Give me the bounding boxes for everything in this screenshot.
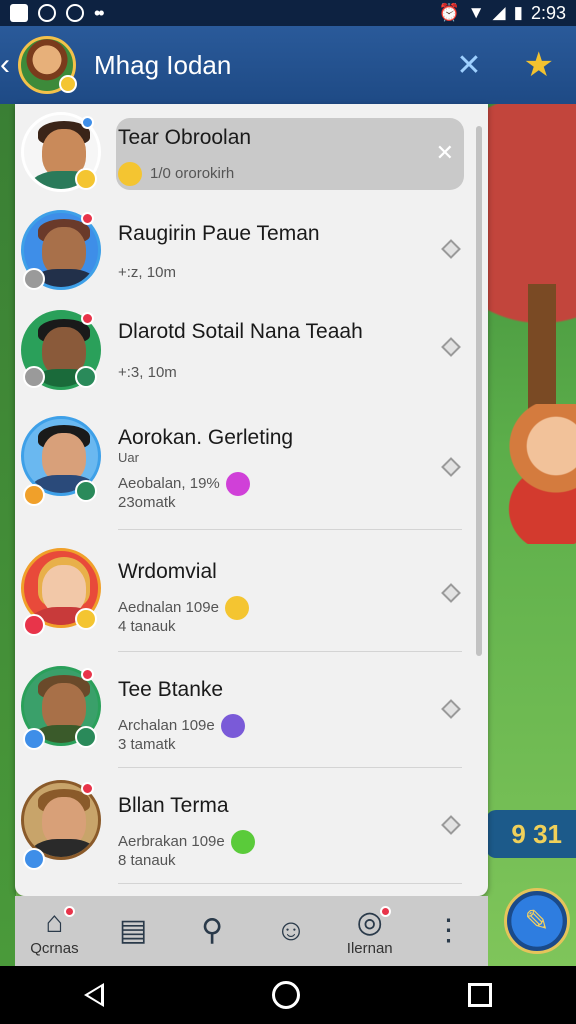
paint-brush-button[interactable]: ✎ [504,888,570,954]
chat-name: Wrdomvial [118,560,217,583]
chat-name: Tee Btanke [118,678,224,701]
lock-badge-icon [23,614,45,636]
coin-badge-icon [23,484,45,506]
divider [118,883,462,884]
back-icon[interactable]: ‹ [0,45,16,85]
emoji-icon [118,162,142,186]
chat-row-1[interactable]: Raugirin Paue Teman +:z, 10m [15,204,488,302]
diamond-icon[interactable] [441,337,461,357]
chat-preview: Aerbrakan 109e [118,830,255,854]
emoji-icon: ☺ [275,914,307,947]
group-badge-icon [23,366,45,388]
battery-icon: ▮ [513,3,523,22]
chat-time: 3 tamatk [118,736,176,753]
notification-dot [81,782,94,795]
bottom-nav: ⌂ Qcrnas ▤ ⚲ ☺ ◎ Ilernan ⋮ [15,896,488,966]
page-title: Mhag Iodan [94,49,232,80]
notification-dot [81,212,94,225]
emoji-badge-icon [75,168,97,190]
status-time: 2:93 [530,2,566,23]
pin-badge-icon [75,366,97,388]
nav-search[interactable]: ⚲ [177,896,247,966]
group-badge-icon [23,268,45,290]
pin-badge-icon [75,480,97,502]
chat-row-5[interactable]: Tee Btanke Archalan 109e 3 tamatk [15,652,488,768]
group-badge-icon [23,728,45,750]
score-badge: 9 31 [486,810,576,858]
nav-home[interactable]: ⌂ Qcrnas [19,896,89,966]
chat-preview: Aednalan 109e [118,596,249,620]
notification-dot [81,668,94,681]
chat-row-4[interactable]: Wrdomvial Aednalan 109e 4 tanauk [15,530,488,652]
nav-chat[interactable]: ◎ Ilernan [335,896,405,966]
more-vertical-icon: ⋮ [433,914,464,947]
chat-name: Aorokan. Gerleting [118,426,294,449]
globe-icon [220,714,245,738]
chat-preview: +:3, 10m [118,364,177,381]
chat-preview: +:z, 10m [118,264,176,281]
chat-row-2[interactable]: Dlarotd Sotail Nana Teaah +:3, 10m [15,302,488,402]
notification-icon [10,4,28,22]
notification-dot [64,906,76,917]
chat-time: 4 tanauk [118,618,176,635]
close-icon[interactable]: ✕ [436,140,454,166]
nav-more[interactable]: ⋮ [414,896,484,966]
chat-preview: Archalan 109e [118,714,245,738]
app-bar: ‹ Mhag Iodan ✕ ★ [0,26,576,104]
chat-name: Raugirin Paue Teman [118,222,320,245]
online-indicator [81,116,94,129]
character-decoration [496,404,576,544]
chat-time: 8 tanauk [118,852,176,869]
chat-preview: Aeobalan, 19% [118,472,250,496]
status-bar: •• ⏰ ▼ ◢ ▮ 2:93 [0,0,576,26]
emoji-badge-icon [75,608,97,630]
chat-time: 23omatk [118,494,176,511]
nav-book[interactable]: ▤ [98,896,168,966]
diamond-icon[interactable] [441,815,461,835]
diamond-icon[interactable] [441,457,461,477]
chat-name: Tear Obroolan [118,126,252,149]
book-icon: ▤ [119,914,148,947]
signal-icon: ◢ [492,3,506,22]
chat-name: Dlarotd Sotail Nana Teaah [118,320,363,343]
notification-dot [379,906,391,917]
level-badge-icon [59,75,77,93]
chat-row-0[interactable]: Tear Obroolan 1/0 ororokirh ✕ [15,104,488,204]
search-icon: ⚲ [201,914,224,947]
alarm-icon: ⏰ [438,3,460,22]
pin-badge-icon [75,726,97,748]
system-nav-bar [0,966,576,1024]
nav-emoji[interactable]: ☺ [256,896,326,966]
avatar[interactable] [18,36,77,94]
wifi-icon: ▼ [467,3,485,22]
clock-icon [38,4,56,22]
pin-icon[interactable]: ✕ [456,48,481,83]
menu-dots-icon: •• [94,2,105,23]
chat-panel: Tear Obroolan 1/0 ororokirh ✕ Raugirin P… [15,104,488,896]
chat-icon: ◎ [356,905,383,939]
diamond-icon[interactable] [441,699,461,719]
chat-name: Bllan Terma [118,794,229,817]
star-icon[interactable]: ★ [524,45,554,85]
chat-preview: 1/0 ororokirh [118,162,234,186]
diamond-icon[interactable] [441,583,461,603]
home-nav-icon[interactable] [272,981,300,1009]
chat-row-6[interactable]: Bllan Terma Aerbrakan 109e 8 tanauk [15,768,488,884]
smiley-icon [230,830,255,854]
heart-icon [225,472,250,496]
smiley-icon [224,596,249,620]
back-nav-icon[interactable] [84,983,104,1007]
tree-decoration [476,104,576,404]
chat-tag: Uar [118,450,139,465]
recents-nav-icon[interactable] [468,983,492,1007]
home-icon: ⌂ [45,905,64,939]
group-badge-icon [23,848,45,870]
notification-dot [81,312,94,325]
chat-row-3[interactable]: Aorokan. Gerleting Uar Aeobalan, 19% 23o… [15,402,488,530]
diamond-icon[interactable] [441,239,461,259]
music-icon [66,4,84,22]
